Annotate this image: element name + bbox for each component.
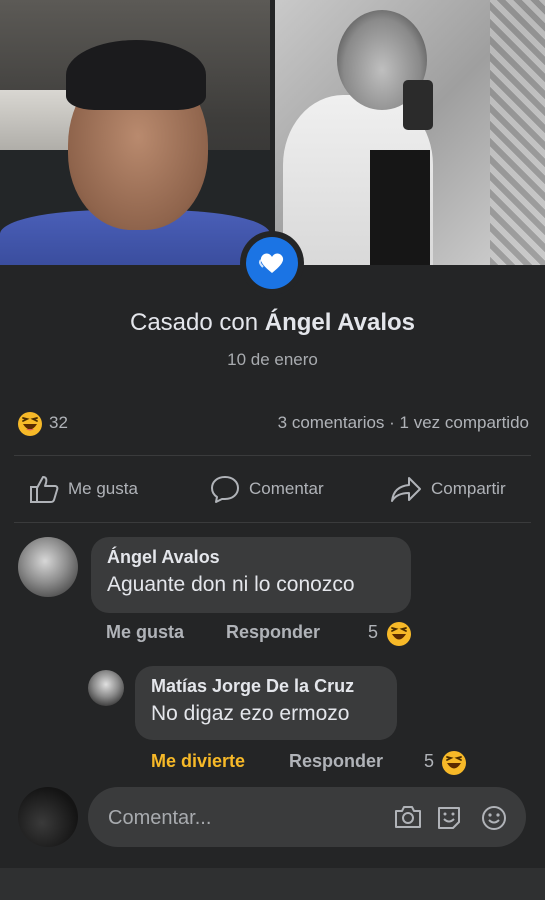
comment-reply-button[interactable]: Responder (226, 622, 320, 643)
comment-text: No digaz ezo ermozo (151, 702, 350, 725)
comment-like-button[interactable]: Me gusta (106, 622, 184, 643)
comment-actions: Me gusta Responder 5 (106, 622, 426, 648)
relationship-heart-icon (240, 231, 304, 295)
avatar[interactable] (18, 537, 78, 597)
share-label: Compartir (431, 479, 506, 498)
comment-share-stats[interactable]: 3 comentarios · 1 vez compartido (278, 413, 529, 433)
avatar[interactable] (18, 787, 78, 847)
bottom-bar (0, 868, 545, 900)
comment-input[interactable] (106, 802, 380, 834)
sticker-icon[interactable] (435, 804, 463, 837)
comment-bubble-icon (211, 476, 239, 503)
cover-photos (0, 0, 545, 265)
comment-text: Aguante don ni lo conozco (107, 573, 355, 596)
comment-bubble: Ángel Avalos Aguante don ni lo conozco (91, 537, 411, 613)
event-prefix: Casado con (129, 309, 265, 336)
reaction-haha-button[interactable]: Me divierte (151, 751, 245, 772)
comment-author[interactable]: Matías Jorge De la Cruz (151, 676, 381, 697)
emoji-icon[interactable] (480, 804, 508, 837)
divider (14, 455, 531, 456)
share-button[interactable]: Compartir (389, 474, 506, 504)
avatar[interactable] (88, 670, 124, 706)
comment-reaction-count[interactable]: 5 (424, 751, 434, 772)
thumbs-up-icon (30, 476, 59, 503)
post-actions-bar: Me gusta Comentar Compartir (0, 470, 545, 510)
comment-button[interactable]: Comentar (209, 474, 324, 504)
event-date: 10 de enero (227, 350, 318, 369)
like-label: Me gusta (68, 479, 138, 498)
partner-name-link[interactable]: Ángel Avalos (265, 309, 415, 336)
camera-icon[interactable] (393, 804, 423, 835)
comment-author[interactable]: Ángel Avalos (107, 547, 395, 568)
comment-composer (88, 787, 526, 847)
haha-reaction-icon[interactable] (17, 411, 43, 442)
haha-reaction-icon[interactable] (441, 750, 467, 781)
haha-reaction-icon[interactable] (386, 621, 412, 652)
life-event-title: Casado con Ángel Avalos (0, 309, 545, 337)
comment-reply-button[interactable]: Responder (289, 751, 383, 772)
reactions-summary: 32 3 comentarios · 1 vez compartido (17, 410, 529, 436)
profile-photo-right[interactable] (275, 0, 545, 265)
reply-actions: Me divierte Responder 5 (151, 751, 471, 777)
like-button[interactable]: Me gusta (28, 474, 138, 504)
reaction-count[interactable]: 32 (49, 413, 68, 433)
divider (14, 522, 531, 523)
share-arrow-icon (391, 477, 421, 502)
profile-photo-left[interactable] (0, 0, 270, 265)
reply-bubble: Matías Jorge De la Cruz No digaz ezo erm… (135, 666, 397, 740)
comment-label: Comentar (249, 479, 324, 498)
comment-reaction-count[interactable]: 5 (368, 622, 378, 643)
